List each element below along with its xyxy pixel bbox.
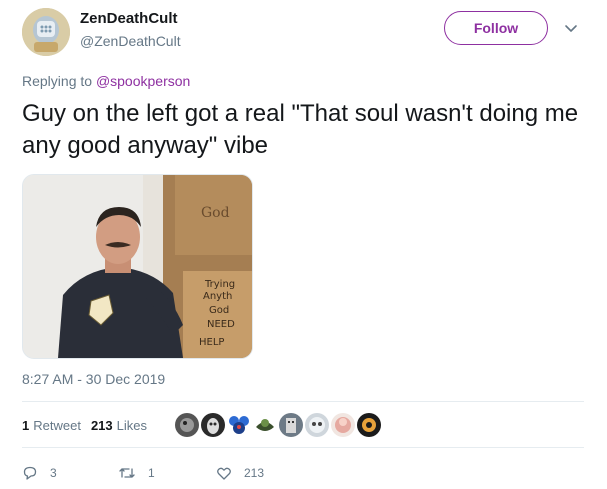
author-display-name[interactable]: ZenDeathCult: [80, 10, 178, 27]
sign-line-2: Anyth: [203, 291, 232, 302]
liker-avatar[interactable]: [201, 413, 225, 437]
divider-bottom: [22, 447, 584, 448]
replying-to-line: Replying to @spookperson: [22, 73, 190, 89]
retweets-label: Retweet: [33, 417, 81, 433]
sign-line-5: HELP: [199, 337, 224, 348]
liker-avatar[interactable]: [357, 413, 381, 437]
sign-line-1: Trying: [204, 279, 235, 290]
liker-avatar[interactable]: [305, 413, 329, 437]
replying-to-prefix: Replying to: [22, 73, 96, 89]
like-button[interactable]: 213: [216, 465, 308, 481]
heart-icon: [217, 467, 231, 480]
liker-avatar[interactable]: [227, 413, 251, 437]
liker-avatar[interactable]: [279, 413, 303, 437]
liker-avatars: [175, 413, 381, 437]
retweet-count: 1: [148, 466, 155, 480]
sign-line-4: NEED: [207, 319, 235, 330]
liker-avatar[interactable]: [331, 413, 355, 437]
sign-line-3: God: [209, 305, 229, 316]
likes-count: 213: [90, 417, 113, 433]
author-avatar[interactable]: [22, 8, 70, 56]
stats-row: 1 Retweet 213 Likes: [22, 413, 157, 437]
reply-icon: [23, 466, 37, 480]
liker-avatar[interactable]: [175, 413, 199, 437]
action-bar: 3 1 213: [22, 463, 308, 483]
tweet-text: Guy on the left got a real "That soul wa…: [22, 100, 579, 159]
sign-text-top: God: [201, 205, 230, 221]
author-handle[interactable]: @ZenDeathCult: [80, 33, 181, 49]
retweets-stat[interactable]: 1 Retweet: [22, 418, 81, 433]
tweet-timestamp[interactable]: 8:27 AM - 30 Dec 2019: [22, 371, 165, 387]
reply-button[interactable]: 3: [22, 465, 114, 481]
reply-count: 3: [50, 466, 57, 480]
follow-button[interactable]: Follow: [444, 11, 548, 45]
likes-stat[interactable]: 213 Likes: [91, 418, 147, 433]
reply-mention-link[interactable]: @spookperson: [96, 73, 190, 89]
photo-police-officer: God Trying Anyth God NEED HELP: [23, 175, 252, 358]
likes-label: Likes: [116, 417, 147, 433]
retweet-button[interactable]: 1: [118, 465, 210, 481]
tweet-card: ZenDeathCult @ZenDeathCult Follow Replyi…: [0, 0, 607, 489]
divider-top: [22, 401, 584, 402]
liker-avatar[interactable]: [253, 413, 277, 437]
tweet-image[interactable]: God Trying Anyth God NEED HELP: [22, 174, 253, 359]
like-count: 213: [244, 466, 265, 480]
retweet-icon: [119, 468, 135, 478]
chevron-down-icon[interactable]: [563, 20, 579, 36]
retweets-count: 1: [22, 417, 30, 433]
robot-avatar-icon: [22, 8, 70, 56]
